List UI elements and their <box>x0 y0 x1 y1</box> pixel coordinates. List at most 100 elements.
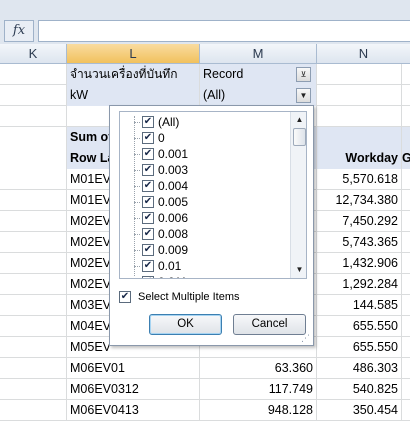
cell[interactable] <box>0 232 67 253</box>
cell[interactable] <box>402 274 410 295</box>
workday-value-cell[interactable]: 12,734.380 <box>317 190 402 211</box>
cell[interactable] <box>402 337 410 358</box>
filter-value-item[interactable]: ✔ 0.003 <box>134 162 288 178</box>
value-cell[interactable]: 63.360 <box>200 358 317 379</box>
checkbox-icon[interactable]: ✔ <box>142 116 154 128</box>
filter-value-item[interactable]: ✔ 0.009 <box>134 242 288 258</box>
cell[interactable] <box>317 127 402 148</box>
value-cell[interactable]: 117.749 <box>200 379 317 400</box>
insert-function-button[interactable]: fx <box>4 20 34 42</box>
cell[interactable] <box>402 211 410 232</box>
filter-value-item[interactable]: ✔ 0.008 <box>134 226 288 242</box>
filter-value-item[interactable]: ✔ 0.004 <box>134 178 288 194</box>
cell[interactable] <box>0 316 67 337</box>
list-scrollbar[interactable]: ▲ ▼ <box>290 112 306 278</box>
checkbox-icon[interactable]: ✔ <box>142 196 154 208</box>
dropdown-arrow-icon[interactable]: ▼ <box>296 88 311 103</box>
cell[interactable] <box>402 358 410 379</box>
cell[interactable] <box>0 85 67 106</box>
cell[interactable] <box>0 148 67 169</box>
cell[interactable] <box>402 253 410 274</box>
resize-grip-icon[interactable]: ⋰ <box>301 333 311 343</box>
next-column-header[interactable]: G <box>402 148 410 169</box>
filter-value-item[interactable]: ✔ 0.006 <box>134 210 288 226</box>
workday-value-cell[interactable]: 540.825 <box>317 379 402 400</box>
checkbox-icon[interactable]: ✔ <box>142 132 154 144</box>
cell[interactable] <box>0 211 67 232</box>
select-multiple-items-checkbox[interactable]: ✔ Select Multiple Items <box>119 289 299 305</box>
cell[interactable] <box>0 379 67 400</box>
workday-value-cell[interactable]: 1,432.906 <box>317 253 402 274</box>
cell[interactable] <box>0 358 67 379</box>
cell[interactable] <box>402 379 410 400</box>
value-cell[interactable]: 948.128 <box>200 400 317 421</box>
cell[interactable] <box>0 253 67 274</box>
formula-input[interactable] <box>38 20 410 42</box>
ok-button[interactable]: OK <box>149 314 222 335</box>
cell[interactable] <box>0 106 67 127</box>
workday-value-cell[interactable]: 1,292.284 <box>317 274 402 295</box>
scroll-up-icon[interactable]: ▲ <box>291 112 306 128</box>
cell[interactable] <box>402 85 410 106</box>
checkbox-icon[interactable]: ✔ <box>119 291 131 303</box>
filter-funnel-icon[interactable]: ⊻ <box>296 67 311 82</box>
cell[interactable] <box>0 274 67 295</box>
checkbox-icon[interactable]: ✔ <box>142 148 154 160</box>
filter-value-item[interactable]: ✔ 0.005 <box>134 194 288 210</box>
workday-value-cell[interactable]: 486.303 <box>317 358 402 379</box>
cell[interactable] <box>317 85 402 106</box>
workday-value-cell[interactable]: 7,450.292 <box>317 211 402 232</box>
cell[interactable] <box>402 232 410 253</box>
scrollbar-thumb[interactable] <box>293 128 306 146</box>
workday-value-cell[interactable]: 350.454 <box>317 400 402 421</box>
checkbox-icon[interactable]: ✔ <box>142 212 154 224</box>
checkbox-icon[interactable]: ✔ <box>142 228 154 240</box>
column-header-m[interactable]: M <box>200 44 317 64</box>
column-header-l[interactable]: L <box>67 44 200 64</box>
cell[interactable] <box>0 64 67 85</box>
page-filter-value[interactable]: Record ⊻ <box>200 64 317 85</box>
checkbox-icon[interactable]: ✔ <box>142 244 154 256</box>
column-header-n[interactable]: N <box>317 44 410 64</box>
cell[interactable] <box>317 106 402 127</box>
cell[interactable] <box>402 400 410 421</box>
page-filter-field[interactable]: kW <box>67 85 200 106</box>
cell[interactable] <box>402 295 410 316</box>
cell[interactable] <box>402 190 410 211</box>
cell[interactable] <box>317 64 402 85</box>
scroll-down-icon[interactable]: ▼ <box>291 262 306 278</box>
cell[interactable] <box>0 295 67 316</box>
row-label-cell[interactable]: M06EV0413 <box>67 400 200 421</box>
cell[interactable] <box>402 64 410 85</box>
cancel-button[interactable]: Cancel <box>233 314 306 335</box>
filter-value-item[interactable]: ✔ (All) <box>134 114 288 130</box>
cell[interactable] <box>0 400 67 421</box>
cell[interactable] <box>402 316 410 337</box>
cell[interactable] <box>402 169 410 190</box>
cell[interactable] <box>402 127 410 148</box>
cell[interactable] <box>402 106 410 127</box>
workday-value-cell[interactable]: 5,743.365 <box>317 232 402 253</box>
workday-value-cell[interactable]: 655.550 <box>317 337 402 358</box>
filter-value-item[interactable]: ✔ 0.011 <box>138 274 288 278</box>
cell[interactable] <box>0 337 67 358</box>
filter-value-item[interactable]: ✔ 0 <box>134 130 288 146</box>
checkbox-icon[interactable]: ✔ <box>142 180 154 192</box>
page-filter-value[interactable]: (All) ▼ <box>200 85 317 106</box>
workday-value-cell[interactable]: 144.585 <box>317 295 402 316</box>
row-label-cell[interactable]: M06EV0312 <box>67 379 200 400</box>
cell[interactable] <box>0 190 67 211</box>
cell[interactable] <box>0 127 67 148</box>
workday-header[interactable]: Workday <box>317 148 402 169</box>
checkbox-icon[interactable]: ✔ <box>142 276 154 278</box>
page-filter-field[interactable]: จำนวนเครื่องที่บันทึก <box>67 64 200 85</box>
row-label-cell[interactable]: M06EV01 <box>67 358 200 379</box>
checkbox-icon[interactable]: ✔ <box>142 260 154 272</box>
filter-value-item[interactable]: ✔ 0.001 <box>134 146 288 162</box>
filter-value-list[interactable]: ✔ (All) ✔ 0 ✔ 0.001 ✔ 0.003 ✔ 0.004 ✔ 0.005 ✔ 0.006 ✔ 0… <box>119 111 307 279</box>
column-header-k[interactable]: K <box>0 44 67 64</box>
workday-value-cell[interactable]: 5,570.618 <box>317 169 402 190</box>
filter-value-item[interactable]: ✔ 0.01 <box>134 258 288 274</box>
cell[interactable] <box>0 169 67 190</box>
checkbox-icon[interactable]: ✔ <box>142 164 154 176</box>
